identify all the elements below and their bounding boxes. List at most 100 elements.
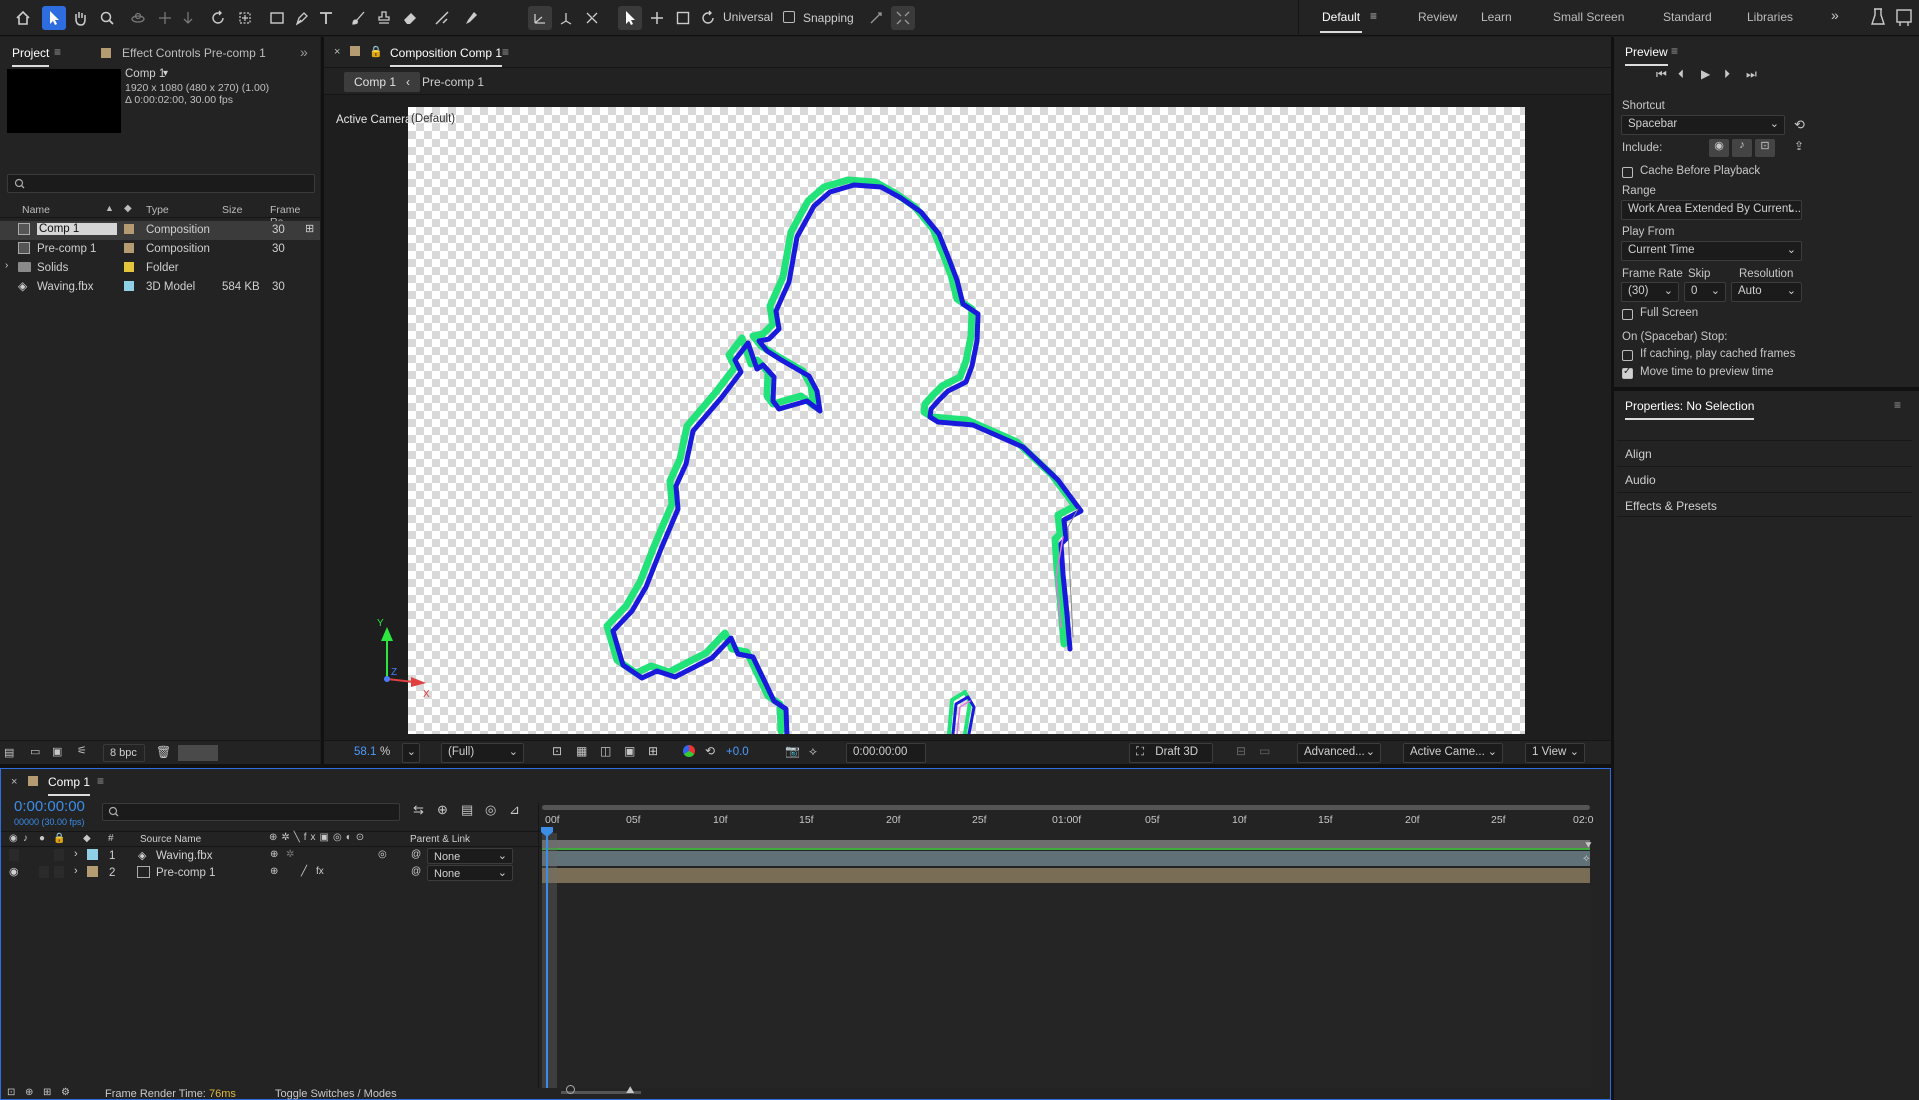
workspace-learn[interactable]: Learn [1481, 10, 1512, 24]
pick-whip-icon[interactable]: @ [411, 849, 421, 860]
graph-editor-icon[interactable]: ⊿ [509, 802, 520, 818]
audio-toggle-icon[interactable]: ♪ [23, 833, 28, 844]
skip-dropdown[interactable]: 0 ⌄ [1684, 282, 1726, 302]
layer-bar-waving-fbx[interactable] [542, 851, 1590, 866]
layer-name[interactable]: Waving.fbx [156, 850, 212, 862]
timeline-timecode[interactable]: 0:00:00:00 [14, 798, 85, 815]
if-caching-checkbox[interactable] [1622, 350, 1633, 361]
zoom-value[interactable]: 58.1 [354, 746, 376, 758]
toggle-switches-button[interactable]: Toggle Switches / Modes [275, 1088, 397, 1100]
cache-before-playback-checkbox[interactable] [1622, 167, 1633, 178]
current-time-field[interactable]: 0:00:00:00 [846, 743, 926, 763]
more-workspaces-icon[interactable]: » [1831, 7, 1839, 23]
mask-visibility-icon[interactable]: ◫ [600, 744, 611, 758]
shy-switch-icon[interactable]: ⊕ [270, 849, 278, 860]
preview-title[interactable]: Preview [1625, 45, 1668, 66]
video-eye-icon[interactable]: ◉ [9, 865, 19, 878]
workspace-libraries[interactable]: Libraries [1747, 10, 1793, 24]
include-overlays-icon[interactable]: ⊡ [1755, 139, 1775, 157]
label-color-swatch[interactable] [124, 281, 134, 291]
rectangle-tool-icon[interactable] [265, 6, 289, 30]
expand-arrow-icon[interactable]: › [5, 260, 8, 271]
shy-switch-icon[interactable]: ⊕ [270, 866, 278, 877]
pan-behind-tool-icon[interactable] [233, 6, 257, 30]
lock-switch[interactable] [54, 866, 64, 878]
new-folder-icon[interactable]: ▭ [30, 745, 40, 758]
type-tool-icon[interactable] [314, 6, 338, 30]
rotate-gizmo-icon[interactable] [696, 6, 720, 30]
workspace-standard[interactable]: Standard [1663, 10, 1712, 24]
tab-project[interactable]: Project [12, 46, 50, 67]
close-tab-icon[interactable]: × [11, 776, 17, 788]
align-section[interactable]: Align [1617, 440, 1912, 465]
panel-overflow-icon[interactable]: » [300, 44, 308, 60]
col-name[interactable]: Name [22, 204, 50, 216]
move-gizmo-icon[interactable] [618, 6, 642, 30]
shy-layers-icon[interactable]: ▤ [461, 802, 473, 818]
region-of-interest-icon[interactable]: ▣ [624, 744, 635, 758]
render-time-icon[interactable]: ⚙ [61, 1087, 70, 1098]
solo-switch[interactable] [39, 866, 49, 878]
label-color-swatch[interactable] [124, 243, 134, 253]
project-item-waving-fbx[interactable]: ◈ Waving.fbx 3D Model 584 KB 30 [0, 278, 320, 297]
lock-icon[interactable]: 🔒 [53, 833, 65, 844]
panel-menu-icon[interactable]: ≡ [502, 45, 509, 59]
tab-effect-controls[interactable]: Effect Controls Pre-comp 1 [122, 46, 266, 60]
pick-whip-icon[interactable]: @ [411, 866, 421, 877]
reset-exposure-icon[interactable]: ⟲ [705, 744, 715, 758]
local-axis-icon[interactable] [528, 6, 552, 30]
last-frame-icon[interactable]: ⏭ [1746, 67, 1757, 82]
pen-tool-icon[interactable] [290, 6, 314, 30]
thumbnail-bg-swatch[interactable] [178, 745, 218, 761]
breadcrumb-pre-comp-1[interactable]: Pre-comp 1 [422, 75, 484, 89]
move-tool-icon[interactable] [645, 6, 669, 30]
frame-rate-dropdown[interactable]: (30) ⌄ [1621, 282, 1679, 302]
effects-presets-section[interactable]: Effects & Presets [1617, 492, 1912, 517]
parent-dropdown[interactable]: None ⌄ [427, 865, 513, 881]
zoom-in-icon[interactable]: ⛰ [626, 1085, 634, 1096]
flowchart-icon[interactable]: ⊞ [305, 222, 314, 235]
grid-guides-icon[interactable]: ⊞ [648, 744, 658, 758]
snap-grid-icon[interactable] [891, 6, 915, 30]
timeline-search-input[interactable] [102, 803, 400, 821]
resolution-dropdown[interactable]: (Full) ⌄ [441, 743, 524, 763]
channel-rgb-icon[interactable] [683, 745, 695, 757]
parent-dropdown[interactable]: None ⌄ [427, 848, 513, 864]
play-from-dropdown[interactable]: Current Time ⌄ [1621, 241, 1802, 261]
label-tag-icon[interactable]: ◆ [83, 833, 91, 844]
lock-icon[interactable]: 🔒 [369, 45, 383, 58]
frame-blending-icon[interactable]: ◎ [485, 802, 496, 818]
label-tag-icon[interactable]: ◆ [124, 203, 132, 214]
advanced-3d-dropdown[interactable]: Advanced... ⌄ [1297, 743, 1381, 763]
draft-3d-icon[interactable]: ⊕ [437, 802, 448, 818]
zoom-tool-icon[interactable] [95, 6, 119, 30]
project-item-solids[interactable]: › Solids Folder [0, 259, 320, 278]
bit-depth-button[interactable]: 8 bpc [103, 744, 145, 762]
collapse-switch-icon[interactable]: ✲ [286, 849, 294, 860]
resolution-preview-dropdown[interactable]: Auto ⌄ [1731, 282, 1802, 302]
panel-menu-icon[interactable]: ≡ [1894, 398, 1901, 412]
reset-icon[interactable]: ⟲ [1794, 117, 1805, 133]
col-type[interactable]: Type [146, 204, 169, 216]
sort-ascending-icon[interactable]: ▲ [105, 203, 114, 213]
next-frame-icon[interactable]: ⏵ [1724, 67, 1730, 82]
work-area-bar[interactable] [542, 840, 1590, 848]
previous-frame-icon[interactable]: ⏴ [1678, 67, 1684, 82]
fast-previews-icon[interactable]: ⊡ [552, 744, 562, 758]
composition-mini-flowchart-icon[interactable]: ⇆ [413, 802, 424, 818]
expand-arrow-icon[interactable]: › [74, 865, 78, 877]
project-item-comp-1[interactable]: Comp 1 Composition 30 ⊞ [0, 221, 320, 240]
snapshot-camera-icon[interactable]: 📷 [785, 744, 800, 758]
beta-flask-icon[interactable] [1870, 6, 1886, 28]
full-screen-checkbox[interactable] [1622, 309, 1633, 320]
scale-tool-icon[interactable] [671, 6, 695, 30]
project-search-input[interactable] [7, 174, 315, 193]
snapping-checkbox[interactable] [783, 11, 795, 23]
time-graph[interactable]: 00f 05f 10f 15f 20f 25f 01:00f 05f 10f 1… [538, 803, 1595, 1088]
clone-stamp-icon[interactable] [372, 6, 396, 30]
col-size[interactable]: Size [222, 204, 242, 216]
orbit-tool-icon[interactable] [126, 6, 150, 30]
label-color-swatch[interactable] [124, 224, 134, 234]
first-frame-icon[interactable]: ⏮ [1656, 67, 1667, 82]
trash-icon[interactable]: 🗑 [156, 745, 171, 759]
